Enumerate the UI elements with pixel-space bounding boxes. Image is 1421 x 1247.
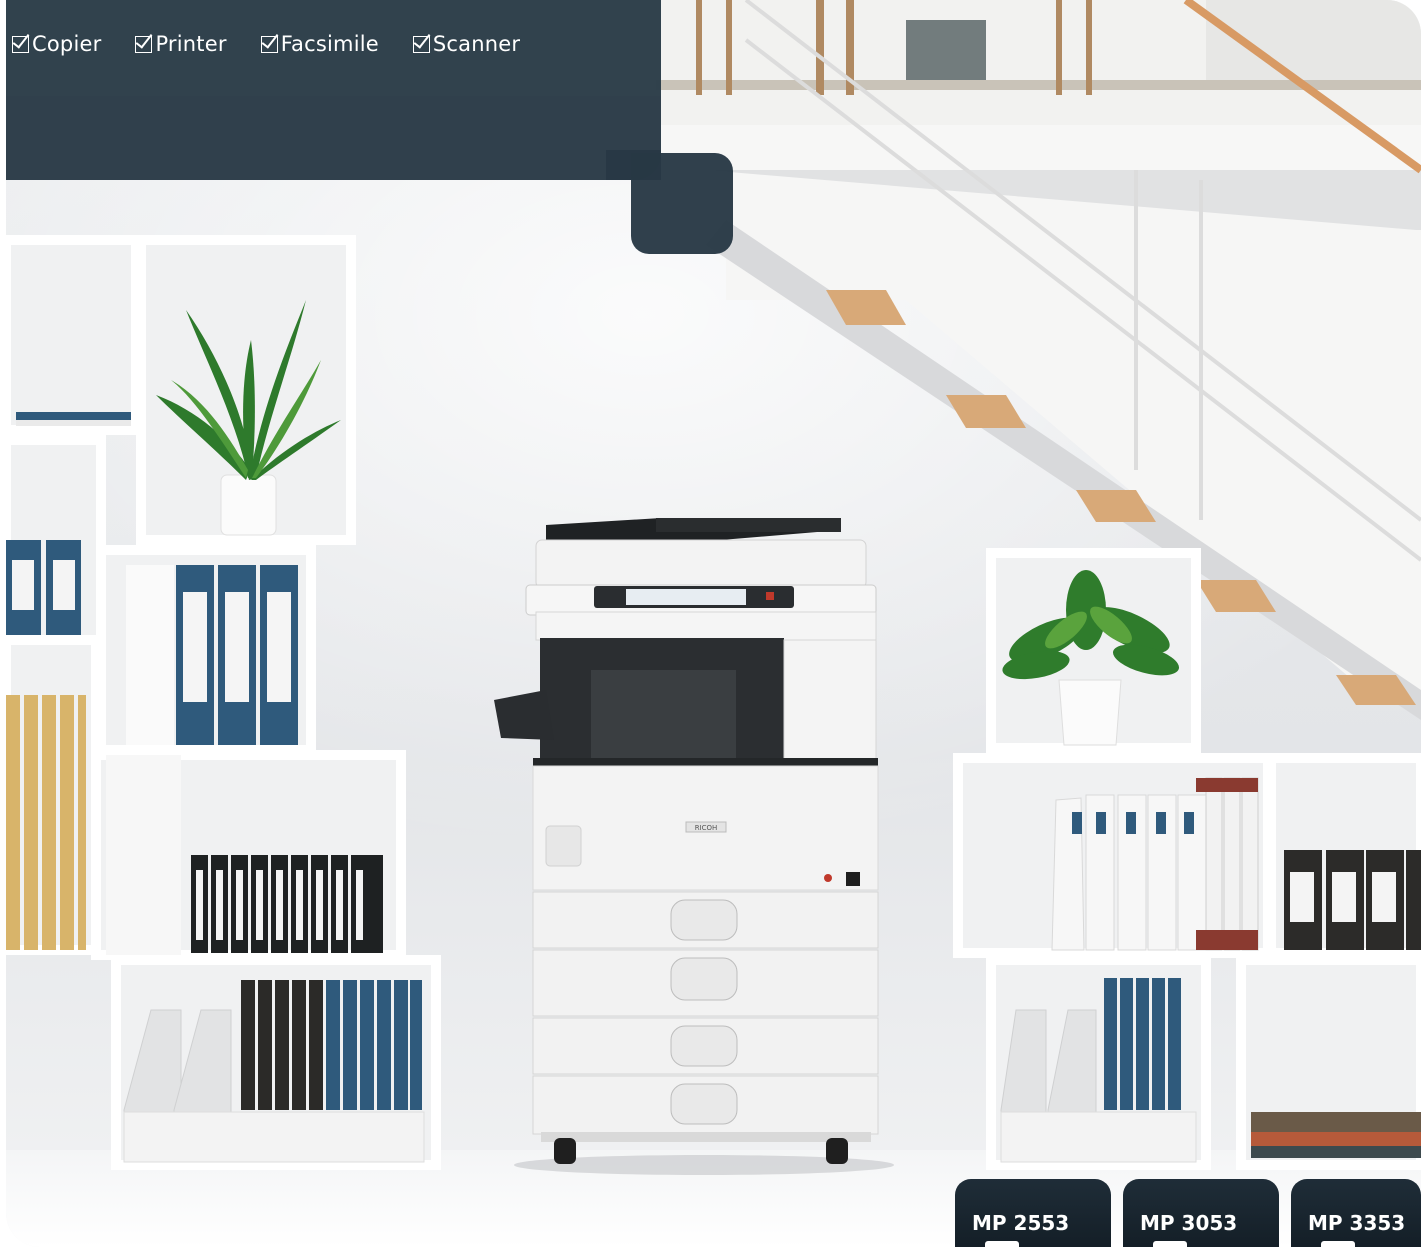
feature-label: Scanner [432,32,521,56]
model-tab-mp-3053[interactable]: MP 3053 [1123,1179,1279,1247]
feature-copier: Copier [12,32,101,56]
feature-scanner: Scanner [412,32,521,56]
tab-indicator [1321,1241,1355,1247]
feature-panel-tab [631,153,733,254]
model-tab-label: MP 3053 [1140,1211,1238,1235]
feature-label: Facsimile [280,32,379,56]
feature-list: Copier Printer Facsimile Scanner [12,32,520,56]
feature-facsimile: Facsimile [260,32,379,56]
checkbox-checked-icon [135,35,153,53]
model-tab-label: MP 2553 [972,1211,1070,1235]
feature-printer: Printer [135,32,227,56]
feature-label: Copier [32,32,102,56]
model-tab-mp-2553[interactable]: MP 2553 [955,1179,1111,1247]
tab-indicator [985,1241,1019,1247]
ricoh-logo: RICOH [695,824,718,832]
checkbox-checked-icon [260,35,278,53]
checkbox-checked-icon [412,35,430,53]
checkbox-checked-icon [12,35,29,53]
feature-label: Printer [155,32,227,56]
model-tab-label: MP 3353 [1308,1211,1406,1235]
model-tab-mp-3353[interactable]: MP 3353 [1291,1179,1421,1247]
office-photo: RICOH Copier Printer Facsimile Scanner M… [6,0,1421,1247]
tab-indicator [1153,1241,1187,1247]
